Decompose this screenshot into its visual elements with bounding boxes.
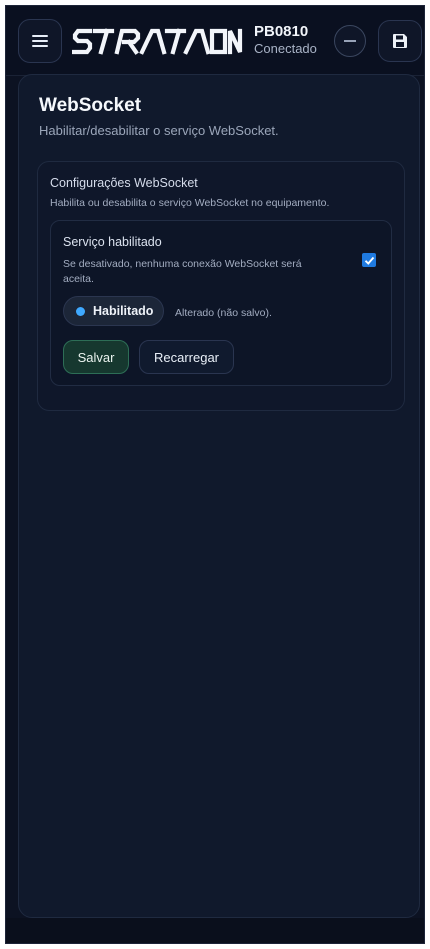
bottom-strip: [6, 918, 424, 943]
brand-logo: [72, 28, 243, 55]
minimize-button[interactable]: [334, 25, 366, 57]
hamburger-menu-icon: [32, 35, 48, 47]
service-setting: Serviço habilitado Se desativado, nenhum…: [50, 220, 392, 386]
page-subtitle: Habilitar/desabilitar o serviço WebSocke…: [39, 123, 279, 138]
status-badge: Habilitado: [63, 296, 165, 326]
unsaved-note: Alterado (não salvo).: [175, 307, 272, 319]
connection-status: Conectado: [254, 40, 317, 56]
service-description: Se desativado, nenhuma conexão WebSocket…: [63, 258, 302, 285]
app-frame: PB0810 Conectado WebSocket Habilitar/des…: [5, 5, 425, 944]
save-button[interactable]: Salvar: [63, 340, 129, 374]
service-enabled-checkbox[interactable]: [362, 253, 376, 267]
top-bar: PB0810 Conectado: [6, 6, 424, 76]
floppy-disk-icon: [393, 34, 407, 48]
main-panel: WebSocket Habilitar/desabilitar o serviç…: [18, 74, 420, 918]
websocket-settings-card: Configurações WebSocket Habilita ou desa…: [37, 161, 405, 411]
device-id: PB0810: [254, 23, 309, 40]
status-dot-icon: [76, 306, 85, 316]
card-title: Configurações WebSocket: [50, 176, 198, 190]
page-title: WebSocket: [39, 95, 142, 116]
minus-circle-icon: [344, 40, 356, 42]
reload-button[interactable]: Recarregar: [139, 340, 234, 374]
save-icon-button[interactable]: [378, 20, 422, 62]
card-description: Habilita ou desabilita o serviço WebSock…: [50, 197, 330, 209]
checkmark-icon: [364, 256, 374, 265]
device-info: PB0810 Conectado: [254, 24, 317, 55]
menu-button[interactable]: [18, 19, 62, 63]
service-label: Serviço habilitado: [63, 235, 162, 249]
status-label: Habilitado: [93, 304, 154, 318]
